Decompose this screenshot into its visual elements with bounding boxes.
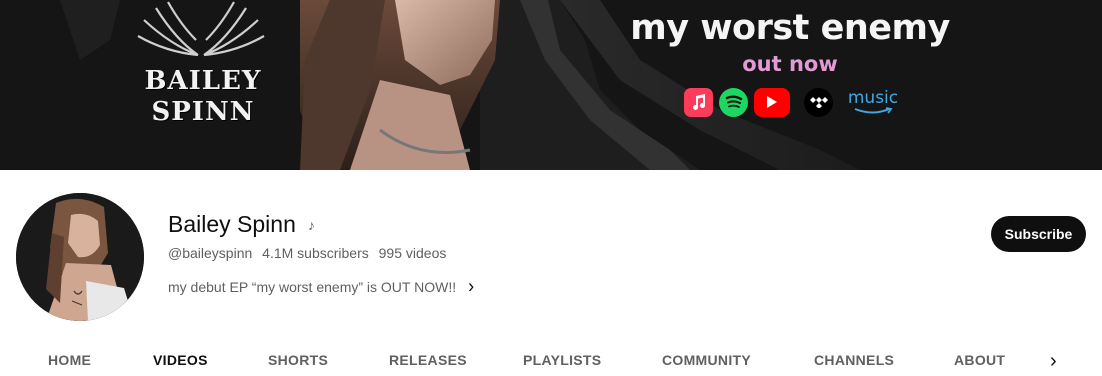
tab-releases[interactable]: RELEASES — [389, 352, 467, 368]
video-count: 995 videos — [378, 245, 447, 261]
chevron-right-icon[interactable]: › — [468, 275, 474, 298]
music-note-icon: ♪ — [307, 216, 315, 233]
channel-tabs: HOME VIDEOS SHORTS RELEASES PLAYLISTS CO… — [0, 340, 1102, 376]
avatar-image — [16, 193, 144, 321]
channel-meta: @baileyspinn 4.1M subscribers 995 videos — [168, 245, 452, 261]
channel-avatar[interactable] — [16, 193, 144, 321]
brand-line-2: SPINN — [151, 97, 255, 127]
promo-subtitle: out now — [742, 52, 838, 76]
subscribe-button[interactable]: Subscribe — [991, 216, 1086, 252]
channel-name-text: Bailey Spinn — [168, 211, 296, 237]
tab-videos[interactable]: VIDEOS — [153, 352, 208, 368]
channel-description[interactable]: my debut EP “my worst enemy” is OUT NOW!… — [168, 275, 474, 298]
tab-shorts[interactable]: SHORTS — [268, 352, 328, 368]
tab-channels[interactable]: CHANNELS — [814, 352, 894, 368]
wings-logo-icon — [137, 1, 265, 57]
channel-handle: @baileyspinn — [168, 245, 253, 261]
channel-banner: BAILEY SPINN my worst enemy out now musi… — [0, 0, 1102, 170]
brand-line-1: BAILEY — [144, 66, 262, 96]
promo-title: my worst enemy — [630, 8, 950, 48]
platform-icons: music — [684, 86, 901, 118]
apple-music-icon — [684, 87, 713, 117]
tab-playlists[interactable]: PLAYLISTS — [523, 352, 601, 368]
subscriber-count: 4.1M subscribers — [262, 245, 369, 261]
banner-brand-name: BAILEY SPINN — [128, 66, 278, 128]
tidal-icon — [804, 87, 833, 117]
tab-about[interactable]: ABOUT — [954, 352, 1005, 368]
tab-community[interactable]: COMMUNITY — [662, 352, 751, 368]
channel-description-text: my debut EP “my worst enemy” is OUT NOW!… — [168, 278, 457, 295]
youtube-icon — [754, 87, 790, 117]
tab-home[interactable]: HOME — [48, 352, 91, 368]
spotify-icon — [719, 87, 748, 117]
tabs-next-chevron-icon[interactable]: › — [1050, 350, 1057, 373]
amazon-music-icon: music — [845, 88, 901, 117]
channel-name: Bailey Spinn ♪ — [168, 211, 315, 238]
amazon-music-label: music — [847, 88, 899, 108]
